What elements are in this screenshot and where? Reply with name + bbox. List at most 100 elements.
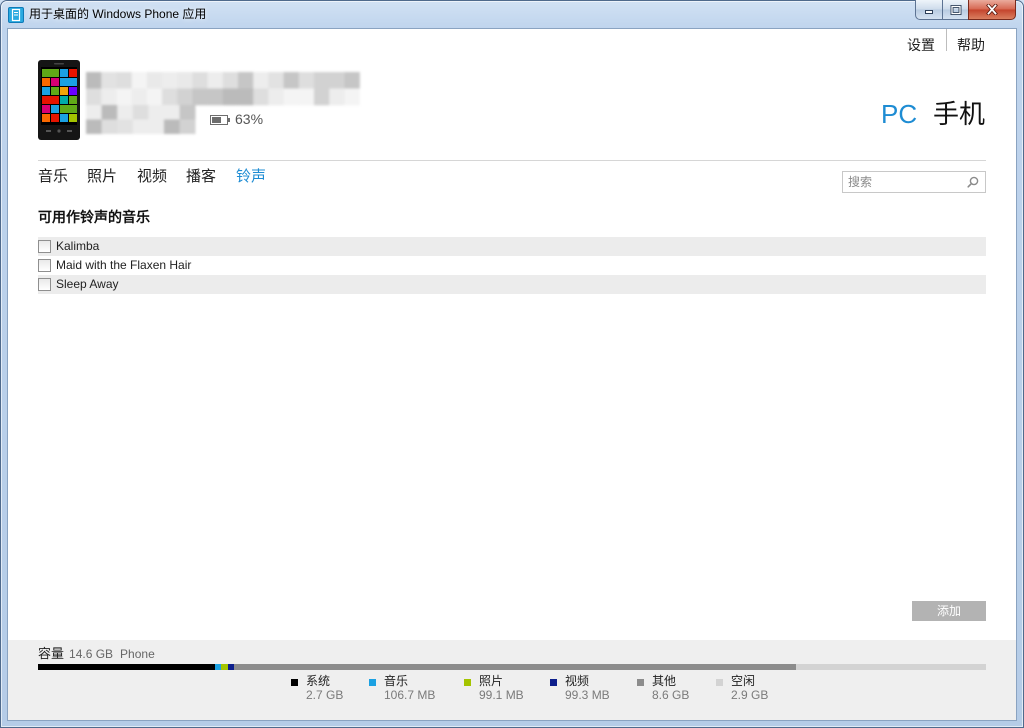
mosaic-block bbox=[283, 88, 300, 106]
mosaic-block bbox=[86, 119, 102, 134]
window-title: 用于桌面的 Windows Phone 应用 bbox=[29, 7, 207, 21]
storage-segment-free bbox=[796, 664, 986, 670]
capacity-total: 14.6 GB bbox=[69, 647, 114, 661]
mosaic-block bbox=[148, 119, 165, 134]
phone-tile bbox=[69, 96, 77, 104]
battery-fill bbox=[212, 117, 221, 123]
capacity-footer: 容量 14.6 GB Phone 系统 2.7 GB 音乐 106.7 MB 照… bbox=[8, 640, 1016, 720]
mosaic-block bbox=[132, 105, 149, 120]
legend-swatch bbox=[464, 679, 471, 686]
battery-tip bbox=[228, 118, 230, 122]
mosaic-block bbox=[177, 88, 193, 106]
mosaic-block bbox=[148, 105, 165, 120]
battery-percentage: 63% bbox=[235, 111, 264, 127]
phone-tile bbox=[51, 105, 59, 113]
phone-tile bbox=[42, 105, 50, 113]
legend-photos: 照片 99.1 MB bbox=[464, 674, 544, 704]
capacity-device-name: Phone bbox=[120, 647, 155, 661]
song-row[interactable]: Maid with the Flaxen Hair bbox=[38, 256, 986, 275]
mosaic-block bbox=[344, 88, 360, 106]
phone-view-link[interactable]: 手机 bbox=[933, 99, 985, 129]
legend-free: 空闲 2.9 GB bbox=[716, 674, 796, 704]
phone-image bbox=[38, 60, 80, 140]
mosaic-block bbox=[101, 119, 118, 134]
storage-bar bbox=[38, 664, 986, 670]
song-row[interactable]: Kalimba bbox=[38, 237, 986, 256]
mosaic-block bbox=[192, 72, 208, 89]
mosaic-block bbox=[238, 72, 254, 89]
pc-view-link[interactable]: PC bbox=[881, 99, 917, 129]
window-controls bbox=[915, 0, 1016, 20]
mosaic-block bbox=[86, 105, 102, 120]
mosaic-block bbox=[268, 72, 284, 89]
mosaic-block bbox=[101, 88, 117, 106]
tab-photos[interactable]: 照片 bbox=[87, 168, 117, 186]
legend-swatch bbox=[637, 679, 644, 686]
phone-tile bbox=[42, 114, 50, 122]
mosaic-block bbox=[177, 72, 193, 89]
mosaic-block bbox=[207, 88, 224, 106]
help-link[interactable]: 帮助 bbox=[957, 37, 985, 53]
search-input[interactable] bbox=[843, 172, 961, 192]
minimize-icon bbox=[925, 9, 933, 14]
phone-tile bbox=[69, 69, 77, 77]
mosaic-block bbox=[314, 72, 330, 89]
mosaic-block bbox=[117, 105, 134, 120]
title-bar[interactable]: 用于桌面的 Windows Phone 应用 bbox=[0, 0, 1024, 29]
tab-videos[interactable]: 视频 bbox=[137, 168, 167, 186]
mosaic-block bbox=[298, 72, 315, 89]
top-links-divider bbox=[946, 29, 947, 51]
phone-tile bbox=[42, 96, 59, 104]
legend-swatch bbox=[369, 679, 376, 686]
song-checkbox[interactable] bbox=[38, 259, 51, 272]
legend-label: 音乐 bbox=[384, 674, 409, 688]
legend-value: 2.9 GB bbox=[731, 688, 769, 702]
phone-tile bbox=[42, 87, 50, 95]
phone-tile bbox=[51, 114, 59, 122]
close-button[interactable] bbox=[968, 0, 1016, 20]
search-icon[interactable] bbox=[967, 176, 979, 188]
search-box[interactable] bbox=[842, 171, 986, 193]
phone-tile bbox=[42, 69, 59, 77]
legend-label: 空闲 bbox=[731, 674, 756, 688]
mosaic-block bbox=[162, 88, 178, 106]
battery-icon bbox=[210, 115, 231, 125]
mosaic-block bbox=[253, 88, 269, 106]
legend-label: 其他 bbox=[652, 674, 677, 688]
maximize-button[interactable] bbox=[942, 0, 968, 20]
phone-tile bbox=[60, 69, 68, 77]
mosaic-block bbox=[116, 72, 132, 89]
tab-ringtones[interactable]: 铃声 bbox=[236, 168, 266, 186]
storage-segment-other bbox=[234, 664, 797, 670]
song-title: Kalimba bbox=[56, 239, 100, 253]
mosaic-block bbox=[253, 72, 269, 89]
phone-tile bbox=[42, 78, 50, 86]
mosaic-block bbox=[86, 88, 102, 106]
mosaic-block bbox=[207, 72, 224, 89]
song-title: Sleep Away bbox=[56, 277, 119, 291]
phone-tile bbox=[60, 87, 68, 95]
mosaic-block bbox=[314, 88, 330, 106]
mosaic-block bbox=[132, 119, 149, 134]
mosaic-block bbox=[146, 88, 163, 106]
song-checkbox[interactable] bbox=[38, 240, 51, 253]
mosaic-block bbox=[222, 72, 239, 89]
legend-value: 8.6 GB bbox=[652, 688, 690, 702]
settings-link[interactable]: 设置 bbox=[907, 37, 935, 53]
legend-value: 2.7 GB bbox=[306, 688, 344, 702]
song-row[interactable]: Sleep Away bbox=[38, 275, 986, 294]
phone-tile bbox=[60, 105, 77, 113]
song-title: Maid with the Flaxen Hair bbox=[56, 258, 192, 272]
phone-tile bbox=[60, 78, 77, 86]
mosaic-block bbox=[131, 72, 148, 89]
mosaic-block bbox=[329, 72, 345, 89]
mosaic-block bbox=[238, 88, 254, 106]
windows-phone-app-icon[interactable] bbox=[8, 7, 24, 23]
add-button[interactable]: 添加 bbox=[912, 601, 986, 621]
tab-podcasts[interactable]: 播客 bbox=[186, 168, 216, 186]
minimize-button[interactable] bbox=[915, 0, 942, 20]
song-checkbox[interactable] bbox=[38, 278, 51, 291]
mosaic-block bbox=[164, 105, 180, 120]
tab-music[interactable]: 音乐 bbox=[38, 168, 68, 186]
legend-label: 视频 bbox=[565, 674, 590, 688]
